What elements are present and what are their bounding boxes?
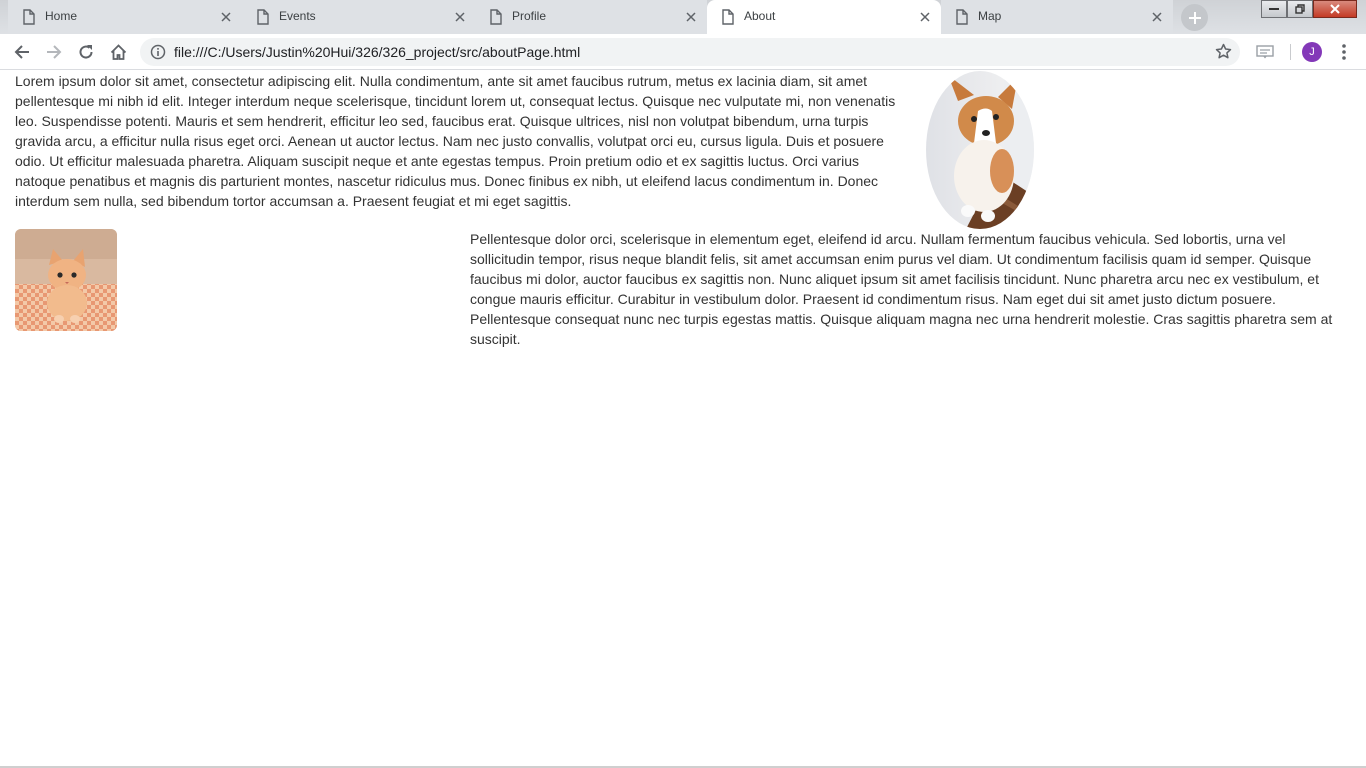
extension-icon: [1256, 45, 1274, 59]
address-bar[interactable]: file:///C:/Users/Justin%20Hui/326/326_pr…: [140, 38, 1240, 66]
home-button[interactable]: [106, 40, 130, 64]
restore-button[interactable]: [1287, 0, 1313, 18]
tab-title: About: [744, 9, 776, 23]
page-icon: [722, 9, 734, 30]
restore-icon: [1295, 4, 1305, 14]
info-icon[interactable]: [150, 44, 166, 65]
page-content: Lorem ipsum dolor sit amet, consectetur …: [0, 71, 1366, 768]
tab-home[interactable]: Home: [8, 0, 242, 34]
menu-button[interactable]: [1332, 40, 1356, 64]
tab-title: Home: [45, 9, 78, 23]
close-icon[interactable]: [683, 9, 699, 25]
close-icon[interactable]: [917, 9, 933, 25]
bookmark-star-icon[interactable]: [1215, 43, 1232, 65]
close-icon[interactable]: [452, 9, 468, 25]
tab-about[interactable]: About: [707, 0, 941, 34]
arrow-right-icon: [47, 45, 62, 59]
avatar[interactable]: J: [1302, 42, 1322, 62]
url-text[interactable]: file:///C:/Users/Justin%20Hui/326/326_pr…: [174, 44, 580, 60]
tab-title: Map: [978, 9, 1002, 23]
extension-button[interactable]: [1253, 40, 1277, 64]
window-close-button[interactable]: [1313, 0, 1357, 18]
plus-icon: [1188, 11, 1201, 24]
reload-icon: [79, 45, 93, 59]
page-icon: [23, 9, 35, 30]
minimize-icon: [1269, 8, 1279, 10]
close-icon[interactable]: [218, 9, 234, 25]
new-tab-button[interactable]: [1181, 4, 1208, 31]
page-icon: [257, 9, 269, 30]
arrow-left-icon: [14, 45, 29, 59]
second-paragraph: Pellentesque dolor orci, scelerisque in …: [470, 231, 1333, 347]
reload-button[interactable]: [74, 40, 98, 64]
close-icon: [1330, 4, 1340, 14]
kitten-photo: [15, 229, 117, 331]
close-icon[interactable]: [1149, 9, 1165, 25]
forward-button[interactable]: [42, 40, 66, 64]
puppy-photo: [926, 71, 1034, 229]
tab-map[interactable]: Map: [941, 0, 1173, 34]
tab-title: Events: [279, 9, 316, 23]
tab-profile[interactable]: Profile: [475, 0, 707, 34]
home-icon: [110, 44, 126, 60]
intro-paragraph: Lorem ipsum dolor sit amet, consectetur …: [15, 73, 896, 209]
tab-strip: Home Events Profile About Map: [0, 0, 1366, 34]
tab-events[interactable]: Events: [242, 0, 476, 34]
browser-toolbar: file:///C:/Users/Justin%20Hui/326/326_pr…: [0, 34, 1366, 70]
page-icon: [956, 9, 968, 30]
kebab-menu-icon: [1342, 44, 1346, 60]
minimize-button[interactable]: [1261, 0, 1287, 18]
page-icon: [490, 9, 502, 30]
back-button[interactable]: [10, 40, 34, 64]
toolbar-divider: [1290, 44, 1291, 60]
tab-title: Profile: [512, 9, 547, 23]
